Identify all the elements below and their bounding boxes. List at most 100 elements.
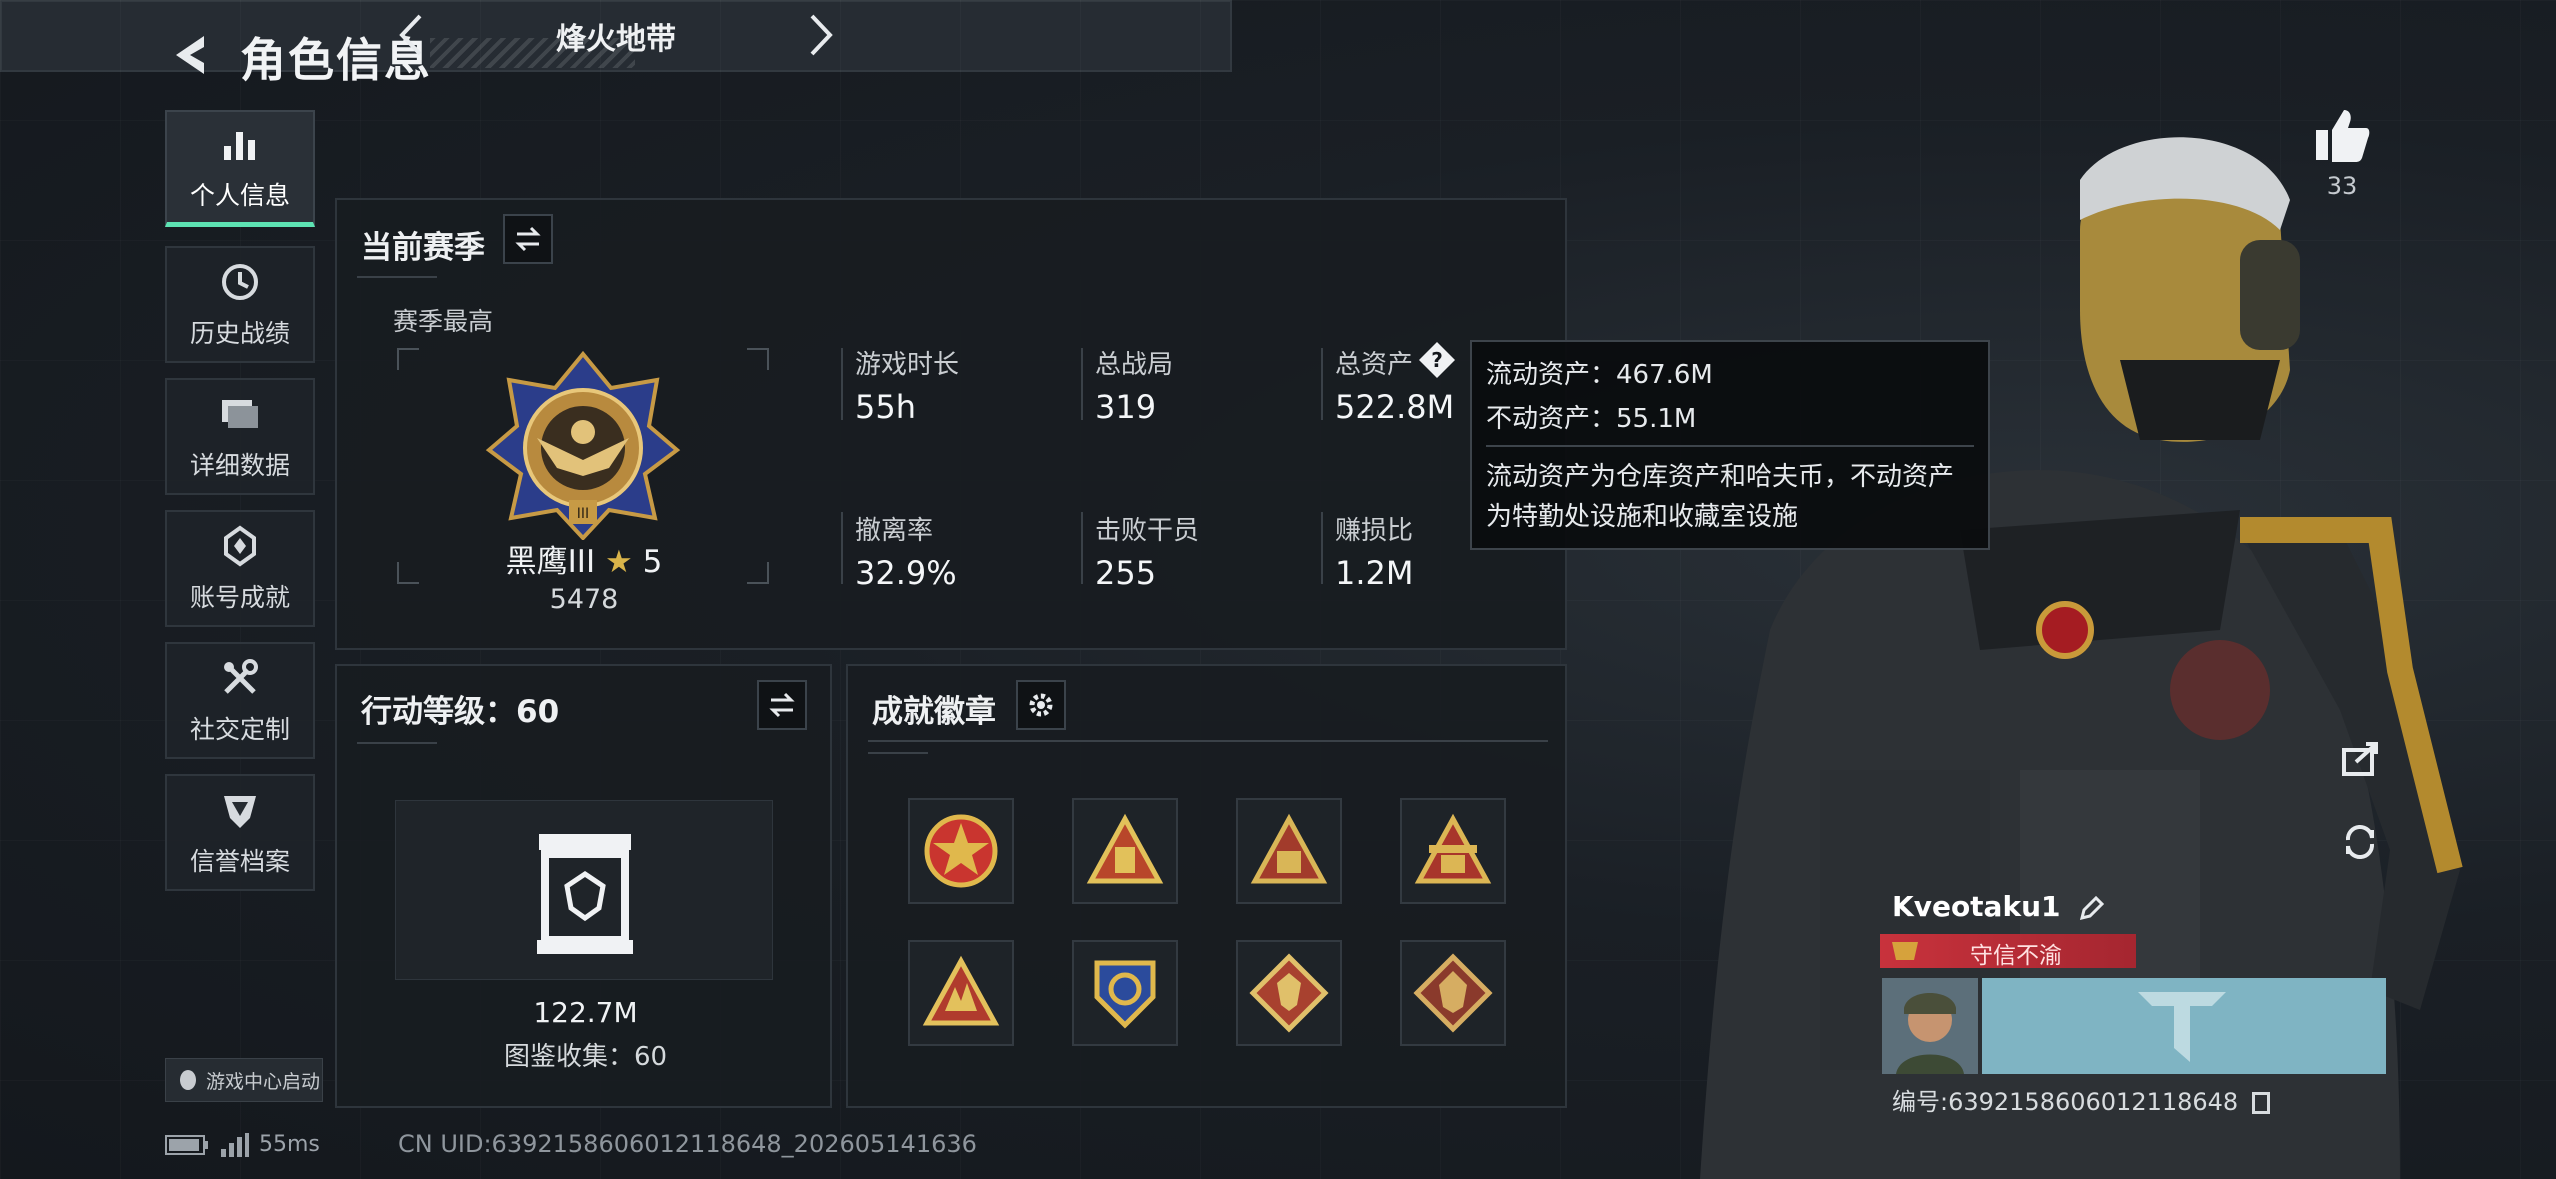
achievement-badge[interactable]	[1400, 798, 1506, 904]
stat-label-profit-ratio: 赚损比	[1335, 516, 1414, 546]
season-switch-button[interactable]	[503, 214, 553, 264]
back-arrow-icon[interactable]	[168, 30, 218, 80]
sidebar-item-achievements[interactable]: 账号成就	[165, 510, 315, 627]
avatar[interactable]	[1882, 978, 1978, 1074]
likes-count: 33	[2326, 172, 2358, 200]
sidebar-item-history[interactable]: 历史战绩	[165, 246, 315, 363]
player-name-row: Kveotaku1	[1892, 890, 2106, 923]
achievement-badge[interactable]	[908, 940, 1014, 1046]
svg-text:?: ?	[1431, 348, 1443, 372]
sidebar-item-label: 历史战绩	[189, 318, 290, 348]
action-level-title: 行动等级：60	[361, 694, 560, 730]
ping-value: 55ms	[259, 1132, 320, 1157]
prev-mode-button[interactable]	[388, 10, 438, 60]
sidebar-item-label: 信誉档案	[189, 846, 290, 876]
help-icon[interactable]: ?	[1417, 340, 1457, 380]
player-title-bar: 守信不渝	[1880, 934, 2136, 969]
stat-label-extract-rate: 撤离率	[855, 516, 934, 546]
launch-badge-label: 游戏中心启动	[206, 1070, 321, 1093]
season-panel: 当前赛季 赛季最高 III 黑鹰III ★ 5 5478 游戏时长 55h 总战…	[335, 198, 1567, 650]
pyramid-crown-icon	[1414, 813, 1492, 884]
clock-icon	[222, 263, 258, 300]
pyramid-hand-icon	[922, 955, 1000, 1026]
copy-icon[interactable]	[2251, 1092, 2270, 1114]
star-emblem-icon	[924, 814, 998, 888]
sidebar-item-label: 账号成就	[189, 582, 290, 612]
star-icon: ★	[604, 544, 633, 580]
rank-stars: 5	[642, 544, 663, 580]
sidebar-item-label: 个人信息	[189, 181, 290, 210]
divider	[1321, 348, 1323, 420]
gear-icon	[1029, 693, 1053, 717]
tooltip-desc-line1: 流动资产为仓库资产和哈夫币，不动资产	[1486, 462, 1955, 492]
divider	[841, 348, 843, 420]
swap-icon	[515, 226, 541, 252]
sidebar-item-social[interactable]: 社交定制	[165, 642, 315, 759]
stat-value-playtime: 55h	[855, 388, 916, 426]
achievement-badge[interactable]	[908, 798, 1014, 904]
player-uid: 编号:6392158606012118648	[1892, 1088, 2239, 1116]
action-level-panel: 行动等级：60 122.7M 图鉴收集：60	[335, 664, 832, 1108]
rank-name-row: 黑鹰III ★ 5	[397, 536, 771, 581]
season-best-label: 赛季最高	[393, 307, 494, 336]
tri-shield-icon	[1094, 960, 1156, 1029]
player-title: 守信不渝	[1970, 943, 2062, 969]
collection-count: 图鉴收集：60	[503, 1042, 668, 1072]
stat-label-kills: 击败干员	[1095, 516, 1200, 546]
title-decoration	[430, 38, 635, 68]
edit-icon[interactable]	[2078, 894, 2106, 922]
sidebar-item-label: 详细数据	[189, 450, 290, 480]
thumbs-up-icon[interactable]	[2312, 106, 2372, 164]
trophy-icon	[224, 525, 256, 566]
stat-label-matches: 总战局	[1095, 350, 1174, 380]
frame-corner	[747, 348, 769, 370]
battery-icon	[165, 1134, 208, 1155]
signal-icon	[221, 1132, 249, 1157]
rank-emblem-icon: III	[485, 350, 681, 540]
stat-value-extract-rate: 32.9%	[855, 554, 957, 592]
season-title: 当前赛季	[361, 230, 485, 266]
sidebar-item-details[interactable]: 详细数据	[165, 378, 315, 495]
divider	[357, 276, 437, 278]
tools-icon	[224, 658, 258, 694]
penguin-icon	[180, 1070, 196, 1090]
action-level-switch-button[interactable]	[757, 680, 807, 730]
achievement-badge[interactable]	[1236, 940, 1342, 1046]
achievement-badge[interactable]	[1072, 798, 1178, 904]
achievement-badge[interactable]	[1072, 940, 1178, 1046]
achievement-badge[interactable]	[1400, 940, 1506, 1046]
sidebar-item-label: 社交定制	[189, 714, 290, 744]
tooltip-desc-line2: 为特勤处设施和收藏室设施	[1486, 502, 1799, 532]
player-card: Kveotaku1 守信不渝 编号:6392158606012118648	[1880, 890, 2386, 1120]
divider	[868, 740, 1548, 742]
player-uid-row: 编号:6392158606012118648	[1892, 1082, 2270, 1117]
achievements-settings-button[interactable]	[1016, 680, 1066, 730]
card-logo-icon	[2138, 992, 2226, 1062]
share-icon[interactable]	[2338, 736, 2382, 780]
divider	[1081, 512, 1083, 584]
divider	[1321, 512, 1323, 584]
tooltip-fixed: 不动资产：55.1M	[1486, 404, 1697, 434]
assets-tooltip: 流动资产：467.6M 不动资产：55.1M 流动资产为仓库资产和哈夫币，不动资…	[1470, 340, 1990, 550]
achievement-badge[interactable]	[1236, 798, 1342, 904]
next-mode-button[interactable]	[794, 10, 844, 60]
wolf-diamond-icon	[1249, 953, 1329, 1033]
pyramid-58-icon	[1250, 813, 1328, 884]
player-name: Kveotaku1	[1892, 890, 2061, 923]
swap-icon	[769, 692, 795, 718]
game-center-launch-badge: 游戏中心启动	[165, 1058, 323, 1102]
footer-uid: CN UID:6392158606012118648_202605141636	[398, 1130, 977, 1158]
divider	[1486, 445, 1974, 447]
pyramid-barrel-icon	[1086, 813, 1164, 884]
status-bar: 55ms	[165, 1132, 320, 1157]
achievements-panel: 成就徽章	[846, 664, 1567, 1108]
bar-chart-icon	[224, 132, 255, 160]
sidebar-item-profile[interactable]: 个人信息	[165, 110, 315, 227]
folder-icon	[222, 399, 258, 428]
rotate-icon[interactable]	[2338, 820, 2382, 864]
display-case-icon	[537, 834, 633, 954]
divider	[841, 512, 843, 584]
stat-label-playtime: 游戏时长	[855, 350, 960, 380]
sidebar-item-reputation[interactable]: 信誉档案	[165, 774, 315, 891]
divider	[1081, 348, 1083, 420]
